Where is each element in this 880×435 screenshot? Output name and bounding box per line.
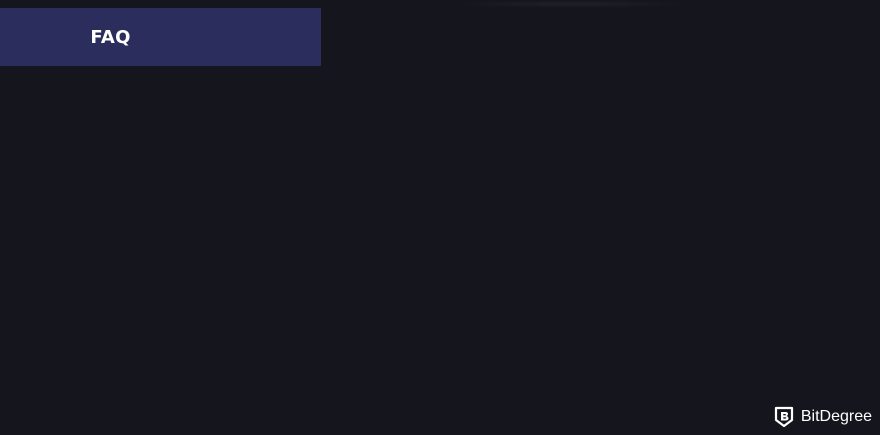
tab-faq-label: FAQ	[90, 26, 131, 48]
bitdegree-watermark: BitDegree	[773, 405, 872, 429]
tab-faq[interactable]: FAQ	[0, 8, 321, 66]
bitdegree-wordmark: BitDegree	[800, 408, 872, 425]
top-glow	[450, 0, 690, 8]
top-strip	[0, 0, 880, 8]
bitdegree-shield-icon	[773, 405, 795, 429]
